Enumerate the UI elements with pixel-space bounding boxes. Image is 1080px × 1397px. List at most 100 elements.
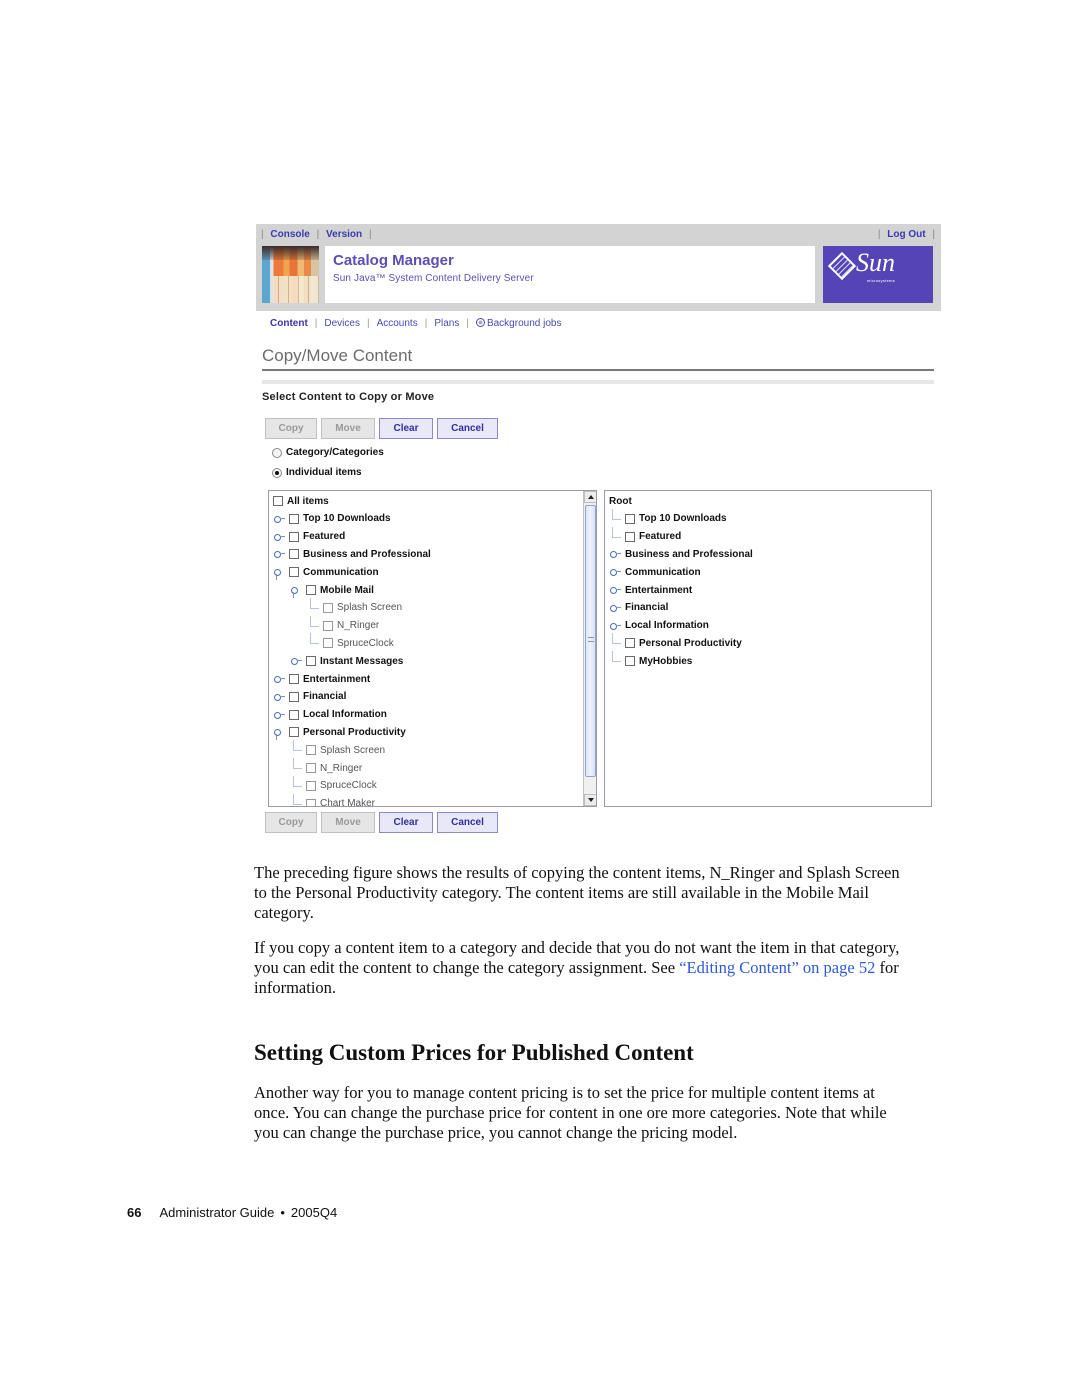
target-tree-item[interactable]: Root: [609, 493, 632, 509]
source-tree-item[interactable]: Instant Messages: [306, 653, 403, 669]
collapsed-node-icon[interactable]: [274, 692, 286, 702]
source-tree-item[interactable]: Business and Professional: [289, 546, 431, 562]
tab-plans[interactable]: Plans: [434, 318, 459, 329]
expanded-node-icon[interactable]: [274, 567, 286, 581]
clear-button[interactable]: Clear: [379, 418, 433, 439]
checkbox[interactable]: [289, 674, 299, 684]
checkbox[interactable]: [289, 513, 299, 524]
scroll-down-button[interactable]: [584, 794, 596, 806]
collapsed-node-icon[interactable]: [610, 585, 622, 595]
target-tree-item[interactable]: Personal Productivity: [625, 635, 742, 651]
source-tree-item[interactable]: N_Ringer: [323, 618, 379, 634]
source-tree-item[interactable]: All items: [273, 493, 329, 509]
tab-devices[interactable]: Devices: [324, 318, 360, 329]
collapsed-node-icon[interactable]: [610, 621, 622, 631]
cancel-button-bottom[interactable]: Cancel: [437, 812, 498, 833]
checkbox[interactable]: [289, 549, 299, 560]
tab-content[interactable]: Content: [270, 318, 308, 329]
tab-accounts[interactable]: Accounts: [377, 318, 418, 329]
checkbox[interactable]: [625, 513, 635, 524]
tree-connector: [612, 536, 621, 538]
checkbox[interactable]: [625, 531, 635, 542]
target-tree-item[interactable]: Business and Professional: [625, 546, 753, 562]
guide-version: 2005Q4: [290, 1205, 338, 1220]
checkbox[interactable]: [323, 638, 333, 649]
source-tree-item[interactable]: SpruceClock: [323, 635, 394, 651]
console-link[interactable]: Console: [270, 229, 309, 240]
checkbox[interactable]: [289, 709, 299, 720]
target-tree[interactable]: Root Top 10 Downloads Featured Business and…: [604, 490, 932, 807]
radio-individual-items[interactable]: Individual items: [272, 467, 362, 478]
source-tree-item[interactable]: Chart Maker: [306, 796, 375, 806]
checkbox[interactable]: [323, 602, 333, 613]
checkbox[interactable]: [625, 656, 635, 667]
target-tree-item[interactable]: MyHobbies: [625, 653, 692, 669]
checkbox[interactable]: [625, 638, 635, 649]
checkbox[interactable]: [306, 763, 316, 773]
copy-button[interactable]: Copy: [265, 418, 317, 439]
collapsed-node-icon[interactable]: [610, 603, 622, 613]
checkbox[interactable]: [306, 780, 316, 791]
source-tree-item[interactable]: Financial: [289, 689, 346, 705]
source-tree-item[interactable]: SpruceClock: [306, 778, 377, 794]
radio-button[interactable]: [272, 447, 282, 458]
source-tree-item[interactable]: Featured: [289, 529, 345, 545]
move-button-bottom[interactable]: Move: [321, 812, 375, 833]
tree-item-label: Top 10 Downloads: [639, 513, 727, 525]
source-tree-item[interactable]: Local Information: [289, 707, 387, 723]
tab-background-jobs[interactable]: Background jobs: [487, 318, 562, 329]
clear-button-bottom[interactable]: Clear: [379, 812, 433, 833]
catalog-books-image: [262, 246, 319, 303]
source-tree-item[interactable]: Entertainment: [289, 671, 370, 687]
source-tree-item[interactable]: N_Ringer: [306, 760, 362, 776]
target-tree-item[interactable]: Top 10 Downloads: [625, 511, 727, 527]
masthead: | Console | Version | | Log Out | Catalo…: [256, 224, 941, 311]
checkbox[interactable]: [306, 585, 316, 595]
checkbox[interactable]: [323, 620, 333, 631]
checkbox[interactable]: [306, 798, 316, 806]
target-tree-item[interactable]: Financial: [625, 600, 668, 616]
scroll-up-button[interactable]: [584, 491, 596, 503]
source-tree-item[interactable]: Splash Screen: [306, 742, 385, 758]
checkbox[interactable]: [289, 567, 299, 578]
checkbox[interactable]: [289, 727, 299, 738]
checkbox[interactable]: [273, 496, 283, 506]
expanded-node-icon[interactable]: [291, 585, 303, 598]
checkbox[interactable]: [289, 691, 299, 702]
collapsed-node-icon[interactable]: [274, 514, 286, 524]
collapsed-node-icon[interactable]: [291, 656, 303, 666]
target-tree-item[interactable]: Featured: [625, 529, 681, 545]
cancel-button[interactable]: Cancel: [437, 418, 498, 439]
logout-link[interactable]: Log Out: [887, 229, 925, 240]
collapsed-node-icon[interactable]: [274, 710, 286, 720]
collapsed-node-icon[interactable]: [274, 532, 286, 542]
radio-category[interactable]: Category/Categories: [272, 447, 384, 458]
collapsed-node-icon[interactable]: [610, 549, 622, 559]
target-tree-item[interactable]: Local Information: [625, 618, 709, 634]
checkbox[interactable]: [289, 531, 299, 542]
checkbox[interactable]: [306, 656, 316, 667]
expanded-node-icon[interactable]: [274, 727, 286, 741]
copy-button-bottom[interactable]: Copy: [265, 812, 317, 833]
tree-item-label: Financial: [303, 691, 347, 703]
tree-item-label: N_Ringer: [320, 762, 363, 774]
editing-content-link[interactable]: “Editing Content” on page 52: [679, 958, 875, 977]
target-tree-item[interactable]: Entertainment: [625, 582, 692, 598]
checkbox[interactable]: [306, 745, 316, 756]
collapsed-node-icon[interactable]: [610, 567, 622, 577]
version-link[interactable]: Version: [326, 229, 362, 240]
source-tree[interactable]: All items Top 10 Downloads Featured Busines…: [268, 490, 597, 807]
source-tree-scrollbar[interactable]: [583, 491, 596, 806]
collapsed-node-icon[interactable]: [274, 549, 286, 559]
tree-item-label: Business and Professional: [303, 548, 431, 560]
source-tree-item[interactable]: Mobile Mail: [306, 582, 374, 598]
scroll-thumb[interactable]: [585, 505, 596, 777]
radio-button-selected[interactable]: [272, 467, 282, 478]
target-tree-item[interactable]: Communication: [625, 564, 701, 580]
source-tree-item[interactable]: Personal Productivity: [289, 724, 406, 740]
source-tree-item[interactable]: Top 10 Downloads: [289, 511, 391, 527]
source-tree-item[interactable]: Splash Screen: [323, 600, 402, 616]
collapsed-node-icon[interactable]: [274, 674, 286, 684]
source-tree-item[interactable]: Communication: [289, 564, 379, 580]
move-button[interactable]: Move: [321, 418, 375, 439]
